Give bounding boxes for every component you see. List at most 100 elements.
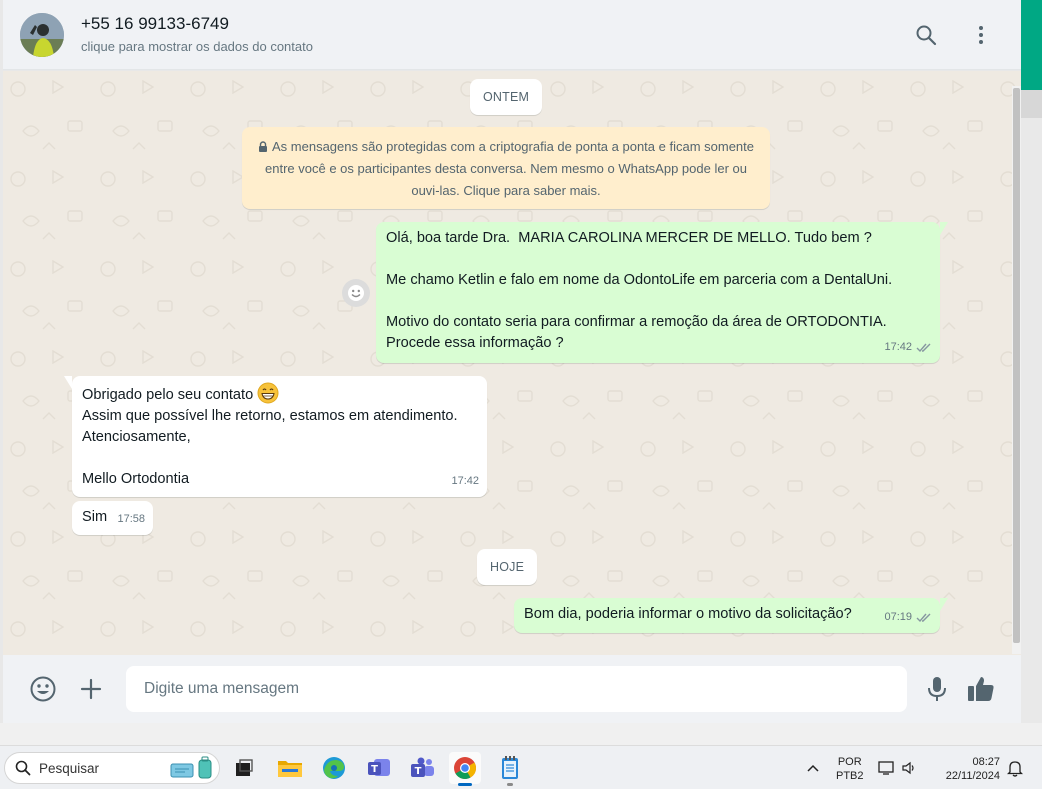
message-line-text: Obrigado pelo seu contato	[82, 387, 254, 403]
active-app-indicator	[458, 783, 472, 786]
volume-control[interactable]	[899, 752, 921, 784]
show-hidden-icons-button[interactable]	[797, 752, 829, 784]
taskbar-edge[interactable]	[318, 752, 350, 784]
message-time: 17:42	[884, 341, 912, 353]
message-line: Assim que possível lhe retorno, estamos …	[82, 408, 458, 424]
contact-subtitle[interactable]: clique para mostrar os dados do contato	[81, 39, 313, 54]
notepad-icon	[502, 756, 518, 779]
smiley-icon	[348, 285, 364, 301]
message-line: Me chamo Ketlin e falo em nome da Odonto…	[386, 272, 893, 288]
search-button[interactable]	[910, 19, 942, 51]
react-button[interactable]	[342, 279, 370, 307]
network-status[interactable]	[876, 752, 898, 784]
windows-taskbar: Pesquisar T T POR PTB2 08:27 22/11/2024	[0, 745, 1042, 789]
conversation-panel[interactable]: ONTEM As mensagens são protegidas com a …	[3, 71, 1021, 655]
microphone-icon	[928, 677, 946, 701]
avatar[interactable]	[20, 13, 64, 57]
edge-browser-icon	[323, 757, 345, 779]
svg-text:T: T	[371, 764, 378, 775]
folder-icon	[278, 761, 302, 777]
emoji-button[interactable]	[26, 672, 60, 706]
taskbar-notepad[interactable]	[494, 752, 526, 786]
message-time: 17:42	[451, 475, 479, 487]
date-separator-today: HOJE	[477, 549, 538, 585]
bubble-tail	[940, 598, 948, 611]
message-meta: 17:58	[117, 509, 145, 530]
message-line: Mello Ortodontia	[82, 471, 190, 487]
scrollbar-thumb[interactable]	[1013, 88, 1020, 643]
teams-icon: T	[411, 757, 434, 777]
date-separator-yesterday: ONTEM	[470, 79, 543, 115]
message-line	[386, 291, 931, 312]
speaker-icon	[902, 761, 914, 775]
thumbs-up-icon	[968, 677, 994, 701]
taskbar-teams[interactable]: T	[406, 752, 438, 784]
menu-button[interactable]	[965, 19, 997, 51]
lock-icon	[259, 141, 267, 152]
message-line: Olá, boa tarde Dra. MARIA CAROLINA MERCE…	[386, 230, 872, 246]
chevron-up-icon	[807, 764, 819, 772]
taskbar-search-label: Pesquisar	[39, 760, 100, 776]
message-line	[82, 448, 478, 469]
chat-scrollbar[interactable]	[1012, 86, 1021, 654]
message-time: 07:19	[884, 611, 912, 623]
avatar-photo-icon	[20, 13, 64, 57]
double-check-icon	[916, 613, 931, 623]
message-line: Obrigado pelo seu contato	[82, 382, 478, 406]
kebab-menu-icon	[979, 26, 983, 44]
bell-icon	[1007, 761, 1023, 777]
svg-text:T: T	[415, 766, 422, 777]
chat-header: +55 16 99133-6749 clique para mostrar os…	[3, 0, 1021, 70]
contact-name[interactable]: +55 16 99133-6749	[81, 14, 229, 34]
voice-message-button[interactable]	[920, 672, 954, 706]
clock-time: 08:27	[972, 756, 1000, 768]
taskbar-file-explorer[interactable]	[274, 752, 306, 784]
message-outgoing[interactable]: Bom dia, poderia informar o motivo da so…	[514, 598, 948, 633]
message-meta: 07:19	[884, 607, 932, 628]
keyboard-layout: PTB2	[836, 770, 864, 782]
like-button[interactable]	[964, 672, 998, 706]
message-line: Bom dia, poderia informar o motivo da so…	[524, 606, 852, 622]
plus-icon	[80, 678, 102, 700]
language-code: POR	[837, 756, 862, 768]
message-line	[386, 249, 931, 270]
input-language-indicator[interactable]: POR PTB2	[836, 755, 864, 783]
message-line: Motivo do contato seria para confirmar a…	[386, 314, 887, 330]
window-edge	[1021, 118, 1042, 745]
message-line: Procede essa informação ?	[386, 335, 564, 351]
travel-luggage-icon	[170, 756, 212, 779]
grinning-face-emoji	[257, 382, 279, 404]
chrome-icon	[454, 757, 476, 779]
notifications-button[interactable]	[1004, 752, 1026, 784]
taskbar-chrome[interactable]	[449, 752, 481, 786]
search-icon	[15, 760, 31, 776]
attach-button[interactable]	[74, 672, 108, 706]
window-bottom-area	[0, 723, 1042, 745]
message-incoming[interactable]: Sim 17:58	[72, 501, 153, 535]
clock-date: 22/11/2024	[945, 770, 1000, 782]
bubble-tail	[940, 222, 948, 235]
message-line: Atenciosamente,	[82, 429, 191, 445]
task-view-icon	[236, 759, 253, 776]
double-check-icon	[916, 343, 931, 353]
bubble-tail	[64, 376, 72, 389]
message-meta: 17:42	[451, 471, 479, 492]
running-app-indicator	[507, 783, 513, 786]
taskbar-task-view[interactable]	[228, 752, 260, 784]
emoji-icon	[30, 676, 56, 702]
search-icon	[916, 25, 937, 46]
taskbar-teams-personal[interactable]: T	[363, 752, 395, 784]
message-outgoing[interactable]: Olá, boa tarde Dra. MARIA CAROLINA MERCE…	[376, 222, 948, 363]
network-monitor-icon	[878, 761, 894, 775]
encryption-notice[interactable]: As mensagens são protegidas com a cripto…	[242, 127, 770, 209]
message-time: 17:58	[117, 513, 145, 525]
teams-chat-icon: T	[368, 759, 390, 776]
message-incoming[interactable]: Obrigado pelo seu contato Assim que poss…	[64, 376, 487, 497]
message-input[interactable]	[126, 666, 907, 712]
taskbar-clock[interactable]: 08:27 22/11/2024	[934, 755, 1000, 783]
message-meta: 17:42	[884, 337, 932, 358]
taskbar-search[interactable]: Pesquisar	[4, 752, 220, 784]
encryption-text: As mensagens são protegidas com a cripto…	[265, 139, 755, 198]
background-window-edge	[1021, 0, 1042, 745]
message-composer	[3, 655, 1021, 723]
